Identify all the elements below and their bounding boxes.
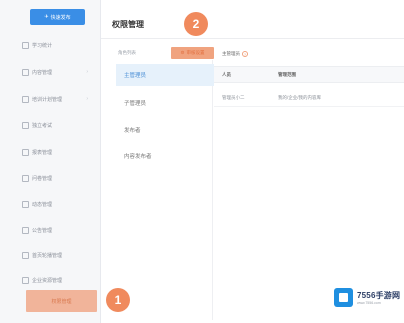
watermark-logo: 7556手游网 www.7556.com xyxy=(334,287,402,307)
step-badge-2: 2 xyxy=(184,12,208,36)
tab-label: 审核设置 xyxy=(186,50,205,55)
sidebar-item-training[interactable]: 培训计划管理 › xyxy=(22,92,94,106)
feed-icon xyxy=(22,200,29,208)
right-pane-title-text: 主管理员 xyxy=(222,51,240,56)
sidebar-item-label: 企业资源管理 xyxy=(32,277,63,284)
right-pane-title: 主管理员 ? xyxy=(222,51,248,57)
role-item-content-publisher[interactable]: 内容发布者 xyxy=(116,145,214,167)
role-list: 主管理员 子管理员 发布者 内容发布者 xyxy=(112,60,214,320)
sidebar-item-label: 内容管理 xyxy=(32,69,53,76)
chevron-right-icon: › xyxy=(86,96,88,102)
help-icon[interactable]: ? xyxy=(242,51,248,57)
column-header-person: 人员 xyxy=(222,72,231,77)
calendar-icon xyxy=(22,95,29,103)
role-item-sub-admin[interactable]: 子管理员 xyxy=(116,92,214,114)
watermark-name: 7556手游网 xyxy=(357,290,401,300)
sidebar-item-label: 首页轮播管理 xyxy=(32,252,63,259)
logo-mark-icon xyxy=(334,287,353,307)
send-icon: ✈ xyxy=(44,14,49,20)
sidebar-item-feed[interactable]: 动态管理 xyxy=(22,197,94,211)
survey-icon xyxy=(22,174,29,182)
sidebar-item-label: 公告管理 xyxy=(32,227,53,234)
watermark-url: www.7556.com xyxy=(357,300,381,305)
quick-publish-button[interactable]: ✈ 快速发布 xyxy=(30,9,85,25)
sidebar-item-label: 培训计划管理 xyxy=(32,96,63,103)
folder-icon xyxy=(22,68,29,76)
sidebar-item-announcement[interactable]: 公告管理 xyxy=(22,223,94,237)
sidebar-item-learning-stats[interactable]: 学习统计 xyxy=(22,38,94,52)
table-header: 人员 管理范围 xyxy=(214,66,404,83)
report-icon xyxy=(22,148,29,156)
sidebar-item-content[interactable]: 内容管理 › xyxy=(22,65,94,79)
megaphone-icon xyxy=(22,226,29,234)
sidebar-item-resources[interactable]: 企业资源管理 xyxy=(22,273,94,287)
sidebar-item-label: 独立考试 xyxy=(32,122,53,129)
sidebar-item-label: 动态管理 xyxy=(32,201,53,208)
document-icon xyxy=(22,121,29,129)
chevron-right-icon: › xyxy=(86,69,88,75)
sidebar: ✈ 快速发布 学习统计 内容管理 › 培训计划管理 › 独立考试 报表管理 问卷… xyxy=(0,0,101,323)
box-icon xyxy=(22,276,29,284)
sidebar-item-survey[interactable]: 问卷管理 xyxy=(22,171,94,185)
quick-publish-label: 快速发布 xyxy=(50,14,71,21)
role-item-main-admin[interactable]: 主管理员 xyxy=(116,64,214,86)
tab-approval-settings[interactable]: ⚙ 审核设置 xyxy=(171,47,214,59)
table-row xyxy=(214,106,404,107)
header-divider xyxy=(101,38,404,39)
sidebar-item-label: 学习统计 xyxy=(32,42,53,49)
sidebar-item-carousel[interactable]: 首页轮播管理 xyxy=(22,248,94,262)
column-header-scope: 管理范围 xyxy=(278,72,296,77)
sidebar-item-label: 报表管理 xyxy=(32,149,53,156)
cell-person: 管理员小二 xyxy=(222,95,245,100)
chart-icon xyxy=(22,41,29,49)
image-icon xyxy=(22,251,29,259)
page-title: 权限管理 xyxy=(112,20,144,29)
role-item-publisher[interactable]: 发布者 xyxy=(116,119,214,141)
sidebar-item-reports[interactable]: 报表管理 xyxy=(22,145,94,159)
settings-icon: ⚙ xyxy=(180,50,185,55)
sidebar-item-permissions[interactable]: 权限管理 xyxy=(26,290,97,312)
sidebar-item-label: 权限管理 xyxy=(51,298,72,305)
sidebar-item-label: 问卷管理 xyxy=(32,175,53,182)
cell-scope: 我的/企业/我的内容库 xyxy=(278,95,321,100)
tab-role-list[interactable]: 角色列表 xyxy=(118,50,136,56)
sidebar-item-exam[interactable]: 独立考试 xyxy=(22,118,94,132)
